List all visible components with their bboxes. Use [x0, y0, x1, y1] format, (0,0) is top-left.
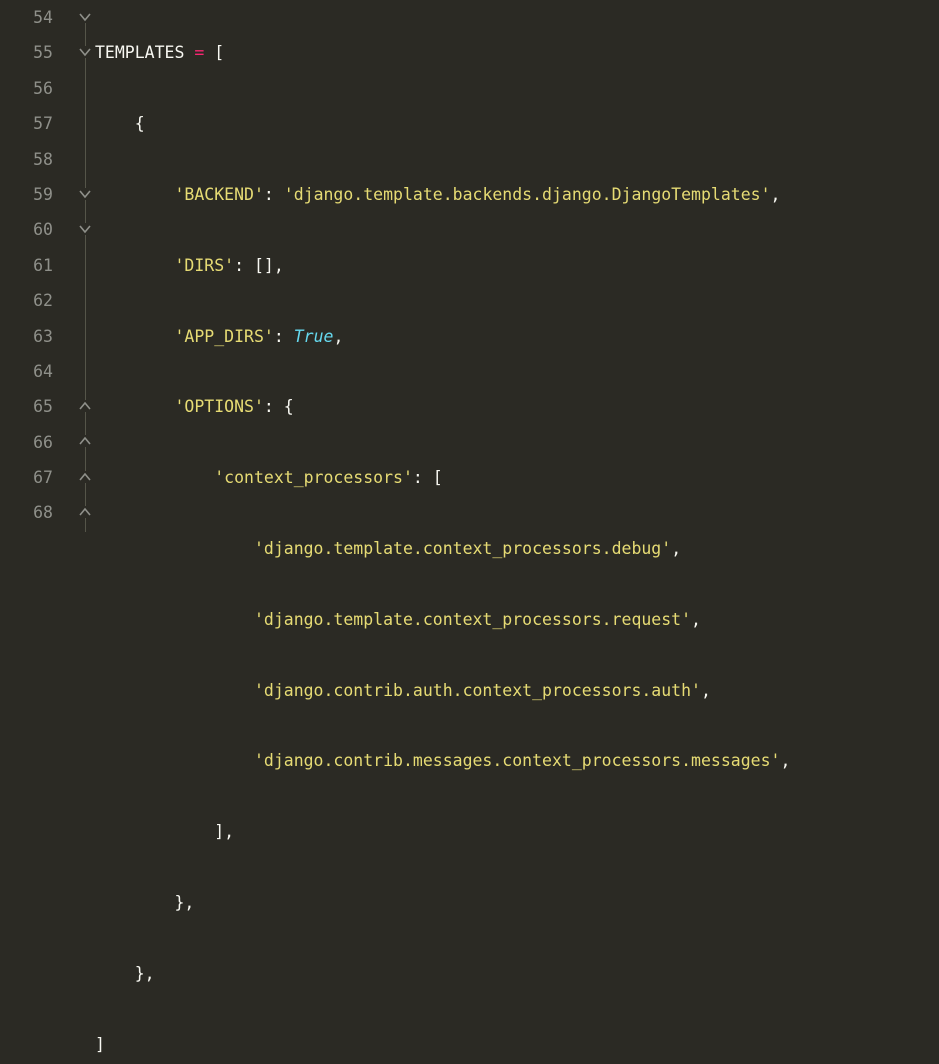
token-indent — [95, 256, 174, 275]
token-bracket: [ — [214, 43, 224, 62]
token-string-key: 'DIRS' — [174, 256, 234, 275]
token-indent — [95, 114, 135, 133]
line-number: 59 — [0, 177, 53, 212]
code-line[interactable]: 'django.template.context_processors.debu… — [95, 531, 939, 566]
line-number: 68 — [0, 495, 53, 530]
code-line[interactable]: 'django.contrib.messages.context_process… — [95, 743, 939, 778]
token-indent — [95, 681, 254, 700]
token-indent — [95, 751, 254, 770]
fold-open-icon[interactable] — [79, 11, 91, 23]
code-editor[interactable]: TEMPLATES = [ { 'BACKEND': 'django.templ… — [95, 0, 939, 532]
token-string-key: 'OPTIONS' — [174, 397, 263, 416]
code-line[interactable]: 'context_processors': [ — [95, 460, 939, 495]
token-string: 'django.template.context_processors.requ… — [254, 610, 691, 629]
line-number: 56 — [0, 71, 53, 106]
line-number: 54 — [0, 0, 53, 35]
token-colon: : — [274, 327, 294, 346]
token-bracket: [] — [254, 256, 274, 275]
fold-close-icon[interactable] — [79, 471, 91, 483]
line-number: 65 — [0, 389, 53, 424]
token-keyword: True — [294, 327, 334, 346]
code-line[interactable]: 'django.contrib.auth.context_processors.… — [95, 673, 939, 708]
token-bracket: ] — [95, 1035, 105, 1054]
fold-close-icon[interactable] — [79, 506, 91, 518]
line-number: 63 — [0, 319, 53, 354]
fold-close-icon[interactable] — [79, 400, 91, 412]
token-bracket: }, — [174, 893, 194, 912]
fold-guide-line — [85, 17, 86, 532]
token-indent — [95, 468, 214, 487]
token-indent — [95, 185, 174, 204]
line-number: 61 — [0, 248, 53, 283]
code-line[interactable]: }, — [95, 956, 939, 991]
token-string-key: 'BACKEND' — [174, 185, 263, 204]
line-number: 62 — [0, 283, 53, 318]
code-line[interactable]: 'BACKEND': 'django.template.backends.dja… — [95, 177, 939, 212]
fold-open-icon[interactable] — [79, 46, 91, 58]
code-line[interactable]: 'django.template.context_processors.requ… — [95, 602, 939, 637]
token-comma: , — [274, 256, 284, 275]
token-indent — [95, 327, 174, 346]
token-colon: : — [264, 397, 284, 416]
token-bracket: ], — [214, 822, 234, 841]
token-bracket: [ — [433, 468, 443, 487]
code-line[interactable]: 'APP_DIRS': True, — [95, 319, 939, 354]
code-line[interactable]: ] — [95, 1027, 939, 1062]
token-comma: , — [333, 327, 343, 346]
line-number: 64 — [0, 354, 53, 389]
fold-open-icon[interactable] — [79, 188, 91, 200]
token-comma: , — [671, 539, 681, 558]
line-number: 66 — [0, 425, 53, 460]
token-string: 'django.template.backends.django.DjangoT… — [284, 185, 771, 204]
token-bracket: }, — [135, 964, 155, 983]
code-line[interactable]: 'OPTIONS': { — [95, 389, 939, 424]
line-number: 58 — [0, 142, 53, 177]
line-number: 60 — [0, 212, 53, 247]
line-number: 67 — [0, 460, 53, 495]
token-string: 'django.contrib.messages.context_process… — [254, 751, 781, 770]
token-indent — [95, 964, 135, 983]
fold-open-icon[interactable] — [79, 223, 91, 235]
token-string: 'django.contrib.auth.context_processors.… — [254, 681, 701, 700]
token-colon: : — [413, 468, 433, 487]
token-indent — [95, 822, 214, 841]
code-line[interactable]: { — [95, 106, 939, 141]
token-identifier: TEMPLATES — [95, 43, 184, 62]
token-comma: , — [701, 681, 711, 700]
token-bracket: { — [135, 114, 145, 133]
token-colon: : — [264, 185, 284, 204]
line-number: 57 — [0, 106, 53, 141]
token-comma: , — [780, 751, 790, 770]
code-line[interactable]: ], — [95, 814, 939, 849]
token-indent — [95, 893, 174, 912]
token-bracket: { — [284, 397, 294, 416]
token-string: 'django.template.context_processors.debu… — [254, 539, 671, 558]
line-number-gutter: 54 55 56 57 58 59 60 61 62 63 64 65 66 6… — [0, 0, 63, 532]
token-comma: , — [771, 185, 781, 204]
token-string-key: 'APP_DIRS' — [174, 327, 273, 346]
token-comma: , — [691, 610, 701, 629]
code-line[interactable]: TEMPLATES = [ — [95, 35, 939, 70]
line-number: 55 — [0, 35, 53, 70]
token-indent — [95, 397, 174, 416]
token-operator: = — [184, 43, 214, 62]
token-string-key: 'context_processors' — [214, 468, 413, 487]
token-indent — [95, 539, 254, 558]
token-colon: : — [234, 256, 254, 275]
code-line[interactable]: }, — [95, 885, 939, 920]
fold-gutter — [63, 0, 95, 532]
code-line[interactable]: 'DIRS': [], — [95, 248, 939, 283]
token-indent — [95, 610, 254, 629]
fold-close-icon[interactable] — [79, 435, 91, 447]
